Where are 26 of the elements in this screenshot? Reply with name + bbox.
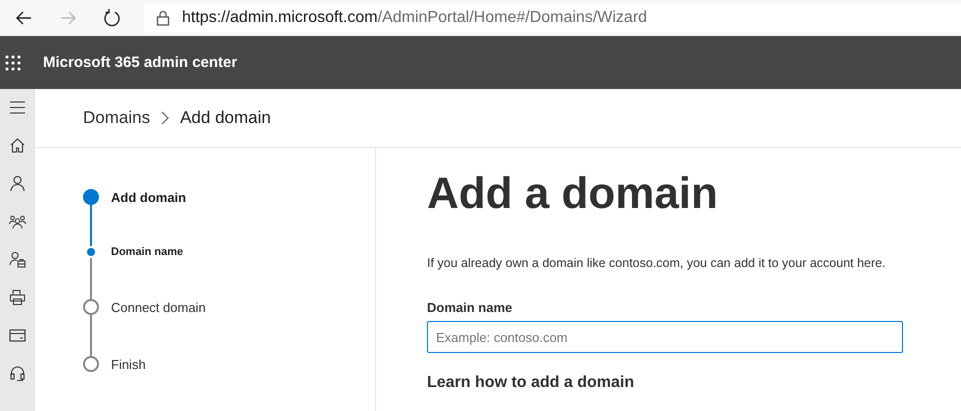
- app-launcher-icon[interactable]: [4, 54, 22, 72]
- lock-icon: [156, 10, 170, 26]
- step-label: Finish: [111, 356, 146, 372]
- breadcrumb-item: Add domain: [180, 108, 271, 128]
- person-icon[interactable]: [9, 175, 26, 192]
- headset-icon[interactable]: [9, 365, 26, 382]
- chevron-icon: [160, 111, 170, 125]
- home-icon[interactable]: [9, 137, 26, 154]
- people-icon[interactable]: [9, 213, 26, 230]
- menu-icon[interactable]: [9, 99, 26, 116]
- domain-name-field[interactable]: Example: contoso.com: [427, 321, 903, 353]
- page-title: Add a domain: [427, 168, 719, 220]
- step-label: Add domain: [111, 190, 186, 204]
- description-text: If you already own a domain like contoso.com, you can add it to your account here.: [427, 256, 887, 270]
- person-briefcase-icon[interactable]: [9, 251, 26, 268]
- section-heading: Learn how to add a domain: [427, 374, 636, 392]
- breadcrumb-item[interactable]: Domains: [83, 108, 150, 128]
- app-title: Microsoft 365 admin center: [43, 54, 238, 71]
- printer-icon[interactable]: [9, 289, 26, 306]
- step-label: Domain name: [111, 246, 184, 258]
- url-text: https://admin.microsoft.com/AdminPortal/Home#/Domains/Wizard: [182, 9, 648, 27]
- address-bar[interactable]: https://admin.microsoft.com/AdminPortal/Home#/Domains/Wizard: [144, 3, 961, 33]
- refresh-icon: [102, 8, 122, 28]
- card-icon[interactable]: [9, 327, 26, 344]
- field-label: Domain name: [427, 300, 514, 315]
- step-label: Connect domain: [111, 300, 206, 314]
